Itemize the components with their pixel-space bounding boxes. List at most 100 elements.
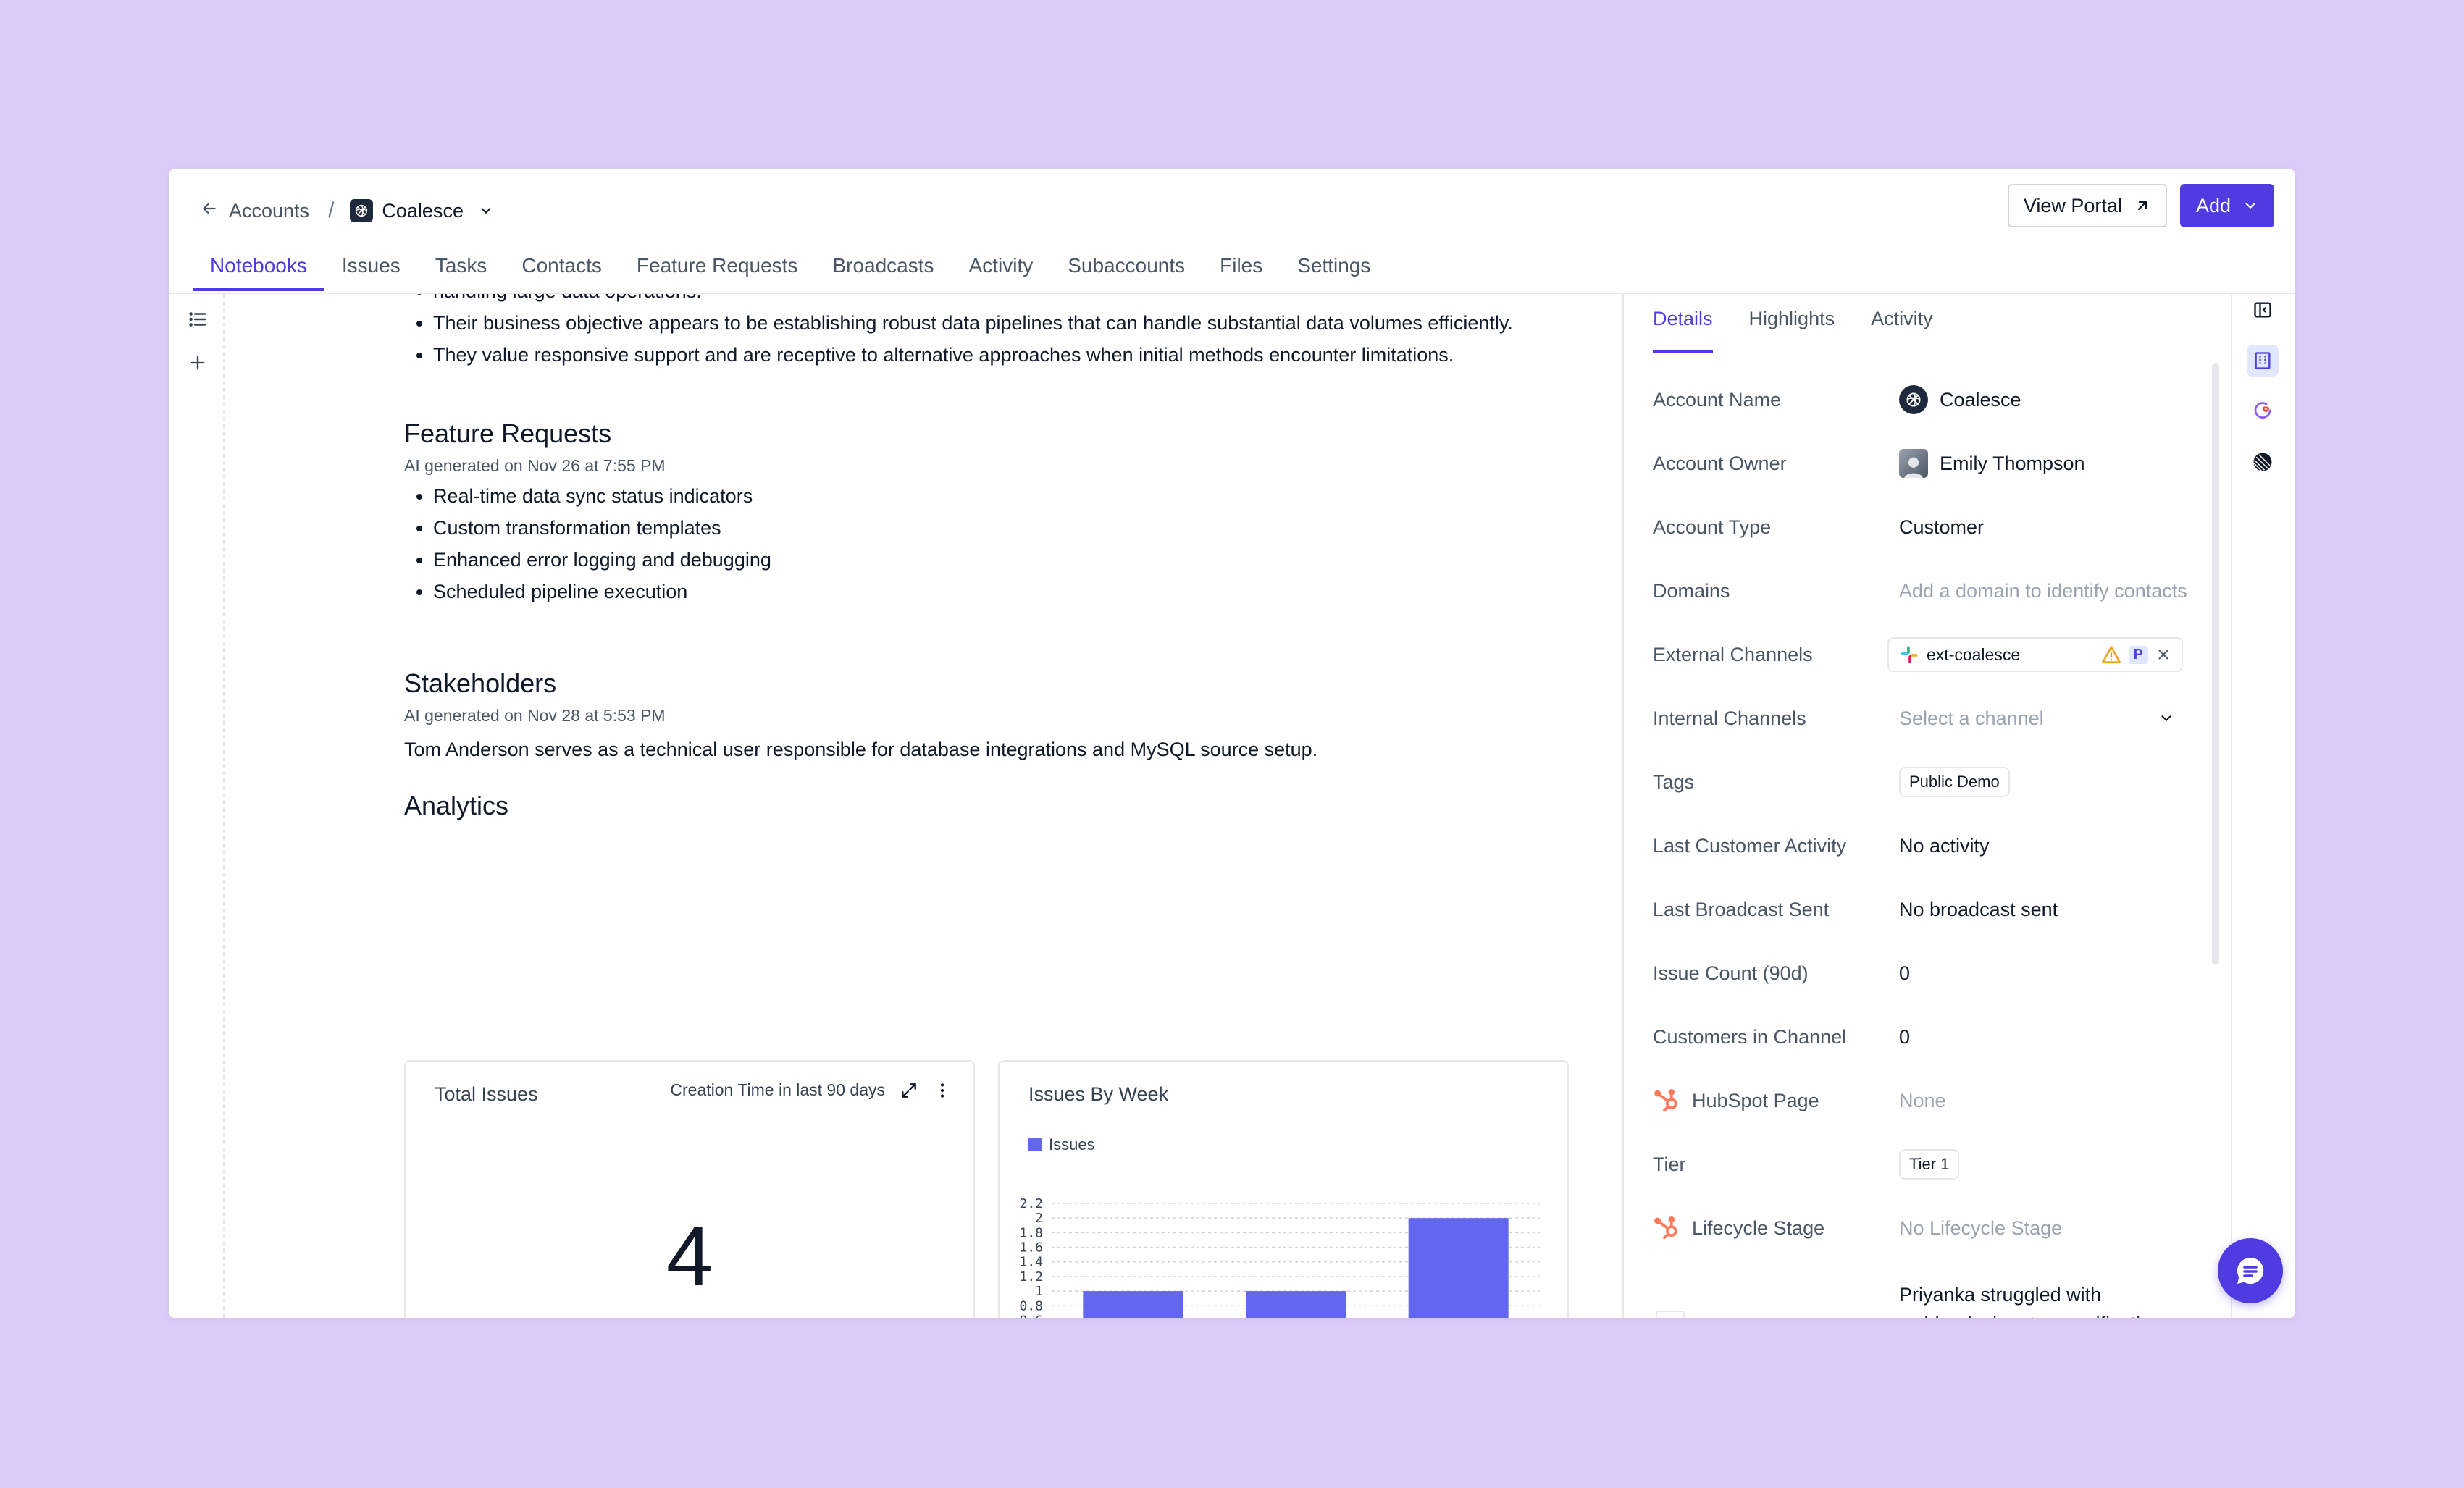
y-tick-label: 1.6 — [1019, 1240, 1043, 1256]
last-customer-activity-row: Last Customer Activity No activity — [1653, 824, 2218, 867]
issues-by-week-card: Issues By Week Issues 0 0.2 0.4 0.6 0.8 1 1.2 1.… — [998, 1060, 1569, 1318]
warning-icon — [2101, 644, 2121, 665]
note-text: Priyanka struggled with webhook signatur… — [1899, 1280, 2203, 1318]
bar — [1083, 1291, 1183, 1318]
tab-broadcasts[interactable]: Broadcasts — [815, 248, 951, 291]
add-block-button[interactable] — [187, 352, 209, 374]
account-name-row: Account Name Coalesce — [1653, 378, 2218, 421]
arrow-left-icon — [200, 199, 219, 223]
card-controls: Creation Time in last 90 days — [670, 1080, 952, 1100]
field-label: External Channels — [1653, 643, 1813, 665]
tab-details[interactable]: Details — [1653, 300, 1713, 353]
y-tick-label: 1 — [1035, 1284, 1043, 1299]
tab-activity[interactable]: Activity — [952, 248, 1051, 291]
account-owner-value[interactable]: Emily Thompson — [1899, 449, 2085, 478]
more-vertical-icon[interactable] — [933, 1081, 952, 1100]
chevron-down-icon — [2158, 710, 2174, 726]
analytics-section: Analytics — [404, 791, 1635, 821]
notebook-toolbar — [169, 294, 225, 1318]
coalesce-logo-icon — [1899, 385, 1928, 414]
account-switcher[interactable]: Coalesce — [350, 199, 494, 222]
y-tick-label: 1.4 — [1019, 1255, 1043, 1270]
sidebar-toggle-icon — [2253, 300, 2273, 320]
field-label: Last Customer Activity — [1653, 834, 1847, 857]
building-icon — [2253, 350, 2273, 371]
tier-row: Tier Tier 1 — [1653, 1143, 2218, 1186]
details-scrollbar[interactable] — [2212, 363, 2219, 964]
account-name: Coalesce — [382, 199, 464, 222]
y-tick-label: 2 — [1035, 1211, 1043, 1226]
field-value: No activity — [1899, 834, 1990, 857]
page-header: Accounts / Coalesce View Portal Add Note… — [169, 169, 2295, 294]
coalesce-logo-icon — [350, 199, 374, 222]
list-item: Their business objective appears to be e… — [433, 307, 1635, 339]
tab-notebooks[interactable]: Notebooks — [193, 248, 324, 291]
total-issues-card: Total Issues Creation Time in last 90 da… — [404, 1060, 975, 1318]
stakeholders-section: Stakeholders AI generated on Nov 28 at 5… — [404, 668, 1635, 761]
field-value: 0 — [1899, 962, 1911, 984]
list-item: Custom transformation templates — [433, 512, 1635, 544]
tab-tasks[interactable]: Tasks — [418, 248, 505, 291]
chat-icon — [2233, 1253, 2268, 1288]
chat-launcher-button[interactable] — [2218, 1238, 2283, 1303]
summary-bullets: handling large data operations. Their bu… — [404, 294, 1635, 371]
field-label: HubSpot Page — [1692, 1089, 1819, 1111]
channel-chip[interactable]: ext-coalesce P — [1887, 637, 2183, 672]
tags-row: Tags Public Demo — [1653, 760, 2218, 804]
field-value: Coalesce — [1940, 388, 2021, 411]
time-filter-label[interactable]: Creation Time in last 90 days — [670, 1080, 885, 1100]
tier-chip[interactable]: Tier 1 — [1899, 1149, 1960, 1180]
expand-icon[interactable] — [900, 1081, 918, 1100]
toggle-panel-button[interactable] — [2247, 294, 2279, 326]
section-title: Analytics — [404, 791, 509, 820]
domains-input[interactable]: Add a domain to identify contacts — [1899, 580, 2187, 602]
tab-files[interactable]: Files — [1202, 248, 1280, 291]
account-name-value[interactable]: Coalesce — [1899, 385, 2021, 414]
integration-button[interactable] — [2247, 395, 2279, 427]
card-title: Issues By Week — [1028, 1083, 1169, 1105]
hubspot-icon — [1653, 1214, 1682, 1243]
section-subtitle: AI generated on Nov 26 at 7:55 PM — [404, 456, 666, 475]
tab-contacts[interactable]: Contacts — [504, 248, 619, 291]
y-tick-label: 1.2 — [1019, 1269, 1043, 1285]
y-tick-label: 0.6 — [1019, 1313, 1043, 1318]
section-title: Feature Requests — [404, 419, 612, 448]
plus-icon — [188, 353, 208, 373]
account-details-button[interactable] — [2247, 345, 2279, 377]
view-portal-label: View Portal — [2023, 194, 2122, 217]
note-line: webhook signature verification. — [1899, 1309, 2203, 1318]
field-label: Account Type — [1653, 516, 1772, 538]
field-label: Domains — [1653, 579, 1730, 602]
chevron-down-icon — [478, 203, 494, 219]
field-label: Account Owner — [1653, 452, 1787, 474]
outline-button[interactable] — [187, 308, 209, 330]
linear-button[interactable] — [2247, 446, 2279, 478]
tag-chip[interactable]: Public Demo — [1899, 767, 2010, 797]
close-icon[interactable] — [2155, 647, 2171, 663]
field-value: 0 — [1899, 1025, 1911, 1048]
field-value[interactable]: None — [1899, 1090, 1946, 1112]
tab-feature-requests[interactable]: Feature Requests — [619, 248, 816, 291]
chevron-down-icon — [2242, 198, 2258, 214]
external-link-icon — [2134, 197, 2151, 214]
tab-details-activity[interactable]: Activity — [1871, 300, 1933, 353]
bar — [1408, 1218, 1509, 1318]
field-label: Lifecycle Stage — [1692, 1216, 1825, 1239]
y-tick-label: 0.8 — [1019, 1298, 1043, 1313]
account-tabs: Notebooks Issues Tasks Contacts Feature … — [193, 248, 1388, 293]
field-label: Account Name — [1653, 388, 1782, 411]
field-label: Tags — [1653, 770, 1695, 793]
section-subtitle: AI generated on Nov 28 at 5:53 PM — [404, 706, 666, 725]
field-value[interactable]: Customer — [1899, 516, 1984, 539]
view-portal-button[interactable]: View Portal — [2007, 184, 2167, 227]
back-to-accounts-link[interactable]: Accounts — [200, 199, 309, 223]
chat-heart-icon — [2252, 400, 2274, 422]
add-button[interactable]: Add — [2179, 184, 2274, 227]
tab-highlights[interactable]: Highlights — [1749, 300, 1835, 353]
stakeholders-text: Tom Anderson serves as a technical user … — [404, 739, 1318, 760]
tab-subaccounts[interactable]: Subaccounts — [1050, 248, 1202, 291]
field-value[interactable]: No Lifecycle Stage — [1899, 1217, 2062, 1240]
tab-issues[interactable]: Issues — [324, 248, 418, 291]
tab-settings[interactable]: Settings — [1280, 248, 1388, 291]
internal-channel-select[interactable]: Select a channel — [1899, 707, 2174, 730]
